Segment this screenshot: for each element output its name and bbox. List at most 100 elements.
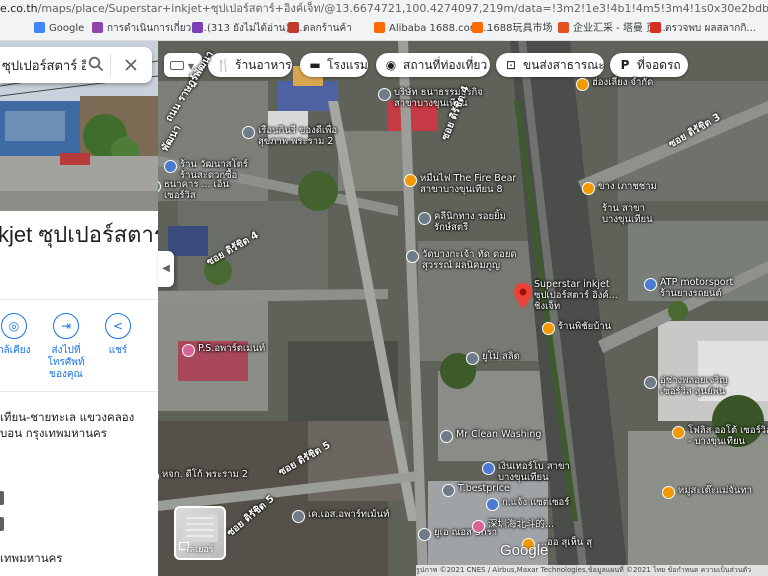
bookmark-favicon-icon — [558, 22, 569, 33]
search-icon[interactable] — [88, 56, 104, 72]
place-label[interactable]: T.bestprice — [458, 483, 510, 494]
bookmark-favicon-icon — [472, 22, 483, 33]
close-icon[interactable] — [124, 57, 138, 71]
chip-label: ขนส่งสาธารณะ — [523, 58, 605, 72]
place-label[interactable]: ขาง เภาชชาม — [598, 181, 657, 192]
action-share[interactable]: < แชร์ — [96, 313, 140, 357]
chip-label: สถานที่ท่องเที่ยว — [403, 58, 488, 72]
google-logo: Google — [500, 542, 549, 559]
url-path: /maps/place/Superstar+inkjet+ซุปเปอร์สตา… — [37, 2, 768, 15]
place-pin-icon[interactable] — [418, 528, 431, 541]
bookmark-favicon-icon — [92, 22, 103, 33]
restaurant-pin-icon[interactable] — [582, 182, 595, 195]
bookmark-label: Google — [49, 23, 85, 34]
chip-label: โรงแรม — [327, 58, 368, 72]
nearby-icon: ◎ — [1, 313, 27, 339]
place-label[interactable]: หจก. ดีโก้ พระราม 2 — [162, 469, 248, 480]
divider — [0, 391, 158, 392]
layers-button[interactable]: เลเยอร์ — [174, 506, 226, 560]
place-label[interactable]: ร้าน สาขา บางขุนเทียน — [602, 203, 653, 225]
search-box[interactable] — [0, 47, 152, 83]
selected-place-marker[interactable] — [514, 283, 532, 309]
place-pin-icon[interactable] — [378, 88, 391, 101]
action-nearby[interactable]: ◎ กล้เคียง — [0, 313, 36, 357]
address-bar[interactable]: e.co.th/maps/place/Superstar+inkjet+ซุปเ… — [0, 0, 768, 17]
store-pin-icon[interactable] — [182, 344, 195, 357]
place-pin-icon[interactable] — [466, 352, 479, 365]
place-label[interactable]: ร้านพิชัยบ้าน — [558, 321, 611, 332]
place-label[interactable]: Mr Clean Washing — [456, 429, 541, 440]
place-label[interactable]: ธนาคาร ... เอิน เซอร์วิส — [164, 179, 229, 201]
place-label[interactable]: คลีนิกทาง รอยยิ้ม รักษ์สตรี — [434, 211, 506, 233]
store-pin-icon[interactable] — [472, 520, 485, 533]
place-pin-icon[interactable] — [242, 126, 255, 139]
layers-label: เลเยอร์ — [186, 545, 214, 555]
action-send-to-phone[interactable]: ⇥ ส่งไปที่ โทรศัพท์ ของคุณ — [44, 313, 88, 381]
bookmark-7[interactable]: ตรวจพบ ผลสลากกิ... — [650, 22, 756, 36]
share-icon: < — [105, 313, 131, 339]
place-label[interactable]: หมูสะเต๊ะแม่จันทา — [678, 485, 752, 496]
place-label[interactable]: ATP motorsport ร้านยางรถยนต์ — [660, 277, 733, 299]
place-label[interactable]: อู่ช่างพลอยเจริญ เซอร์วิส สุนย์พ่น — [660, 375, 728, 397]
place-pin-icon[interactable] — [292, 510, 305, 523]
place-label[interactable]: วัดบางกะเจ้า ทัด ดอยด สุวรรณ์ ผลนิคมภูญ — [422, 249, 517, 271]
restaurant-pin-icon[interactable] — [662, 486, 675, 499]
shop-pin-icon[interactable] — [482, 462, 495, 475]
chip-transit[interactable]: ⊡ ขนส่งสาธารณะ — [496, 53, 605, 77]
map-footer: รูปภาพ ©2021 CNES / Airbus,Maxar Technol… — [416, 565, 768, 576]
chip-parking[interactable]: P ที่จอดรถ — [610, 53, 688, 77]
send-to-phone-icon: ⇥ — [53, 313, 79, 339]
chip-label: ร้านอาหาร — [235, 58, 292, 72]
search-divider — [110, 54, 111, 76]
place-label[interactable]: ฮ่องเลี่ยง จำกัด — [592, 77, 653, 88]
restaurant-icon: 🍴 — [216, 58, 231, 72]
place-pin-icon[interactable] — [442, 484, 455, 497]
place-label[interactable]: ร้าน วัฒนาสโตร์ ร้านสะดวกซื้อ — [180, 159, 248, 181]
satellite-map[interactable]: ▼ 🍴 ร้านอาหาร ▬ โรงแรม ◉ สถานที่ท่องเที่ยว ⊡ ขนส… — [158, 41, 768, 576]
restaurant-pin-icon[interactable] — [404, 174, 417, 187]
place-pin-icon[interactable] — [418, 212, 431, 225]
place-panel: kjet ซุปเปอร์สตาร์ ◎ กล้เคียง ⇥ ส่งไปที่ โท… — [0, 41, 158, 576]
chip-hotel[interactable]: ▬ โรงแรม — [300, 53, 368, 77]
place-pin-icon[interactable] — [440, 430, 453, 443]
bookmark-0[interactable]: Google — [34, 22, 84, 36]
place-label[interactable]: ยูโม่ สลิต — [482, 351, 520, 362]
restaurant-pin-icon[interactable] — [542, 322, 555, 335]
search-input[interactable] — [0, 47, 86, 83]
place-label[interactable]: เรือนกินรี ของดีเพื่อ สุขภาพ พระราม 2 — [258, 125, 337, 147]
restaurant-pin-icon[interactable] — [672, 426, 685, 439]
url-host: e.co.th — [0, 2, 38, 15]
place-pin-icon[interactable] — [644, 376, 657, 389]
restaurant-pin-icon[interactable] — [576, 78, 589, 91]
place-label[interactable]: ก.แจ้ง แซตเซอร์ — [502, 497, 569, 508]
place-label[interactable]: 深圳海北斗的... — [488, 519, 554, 530]
bookmark-1[interactable]: การดำเนินการเกี่ยวกั... — [92, 22, 207, 36]
keyboard-icon — [170, 61, 184, 70]
bookmark-favicon-icon — [192, 22, 203, 33]
info-icon — [0, 517, 4, 531]
shop-pin-icon[interactable] — [164, 160, 177, 173]
attractions-icon: ◉ — [385, 58, 397, 72]
place-label[interactable]: เงินเทอร์โบ สาขา บางขุนเทียน — [498, 461, 570, 483]
action-label: แชร์ — [108, 345, 128, 356]
bookmark-3[interactable]: ตลกร้านค้า — [288, 22, 352, 36]
place-label[interactable]: หมื่นไฟ The Fire Bear สาขาบางขุนเทียน 8 — [420, 173, 516, 195]
place-title: kjet ซุปเปอร์สตาร์ — [0, 222, 158, 247]
place-label[interactable]: P.S.อพาร์ตเมนท์ — [198, 343, 265, 354]
shop-pin-icon[interactable] — [644, 278, 657, 291]
bookmark-5[interactable]: 1688玩具市场 — [472, 22, 552, 36]
place-label[interactable]: โฟลิส ออโต้ เซอร์วิส - บางขุนเทียน — [688, 425, 768, 447]
place-pin-icon[interactable] — [406, 250, 419, 263]
chip-label: ที่จอดรถ — [637, 58, 681, 72]
chip-attractions[interactable]: ◉ สถานที่ท่องเที่ยว — [376, 53, 490, 77]
place-label[interactable]: Superstar inkjet ซุปเปอร์สตาร์ อิงค์... … — [534, 279, 618, 312]
info-icon — [0, 491, 4, 505]
chip-restaurant[interactable]: 🍴 ร้านอาหาร — [208, 53, 292, 77]
collapse-panel-button[interactable]: ◀ — [158, 251, 174, 287]
shop-pin-icon[interactable] — [486, 498, 499, 511]
satellite-imagery — [158, 41, 768, 576]
detail-line: เทพมหานคร — [0, 551, 63, 565]
bookmarks-bar: Google การดำเนินการเกี่ยวกั... (313 ยังไม่… — [0, 17, 768, 41]
place-label[interactable]: เค.เอส.อพาร์ทเม้นท์ — [308, 509, 389, 520]
bookmark-label: ตลกร้านค้า — [303, 23, 352, 34]
